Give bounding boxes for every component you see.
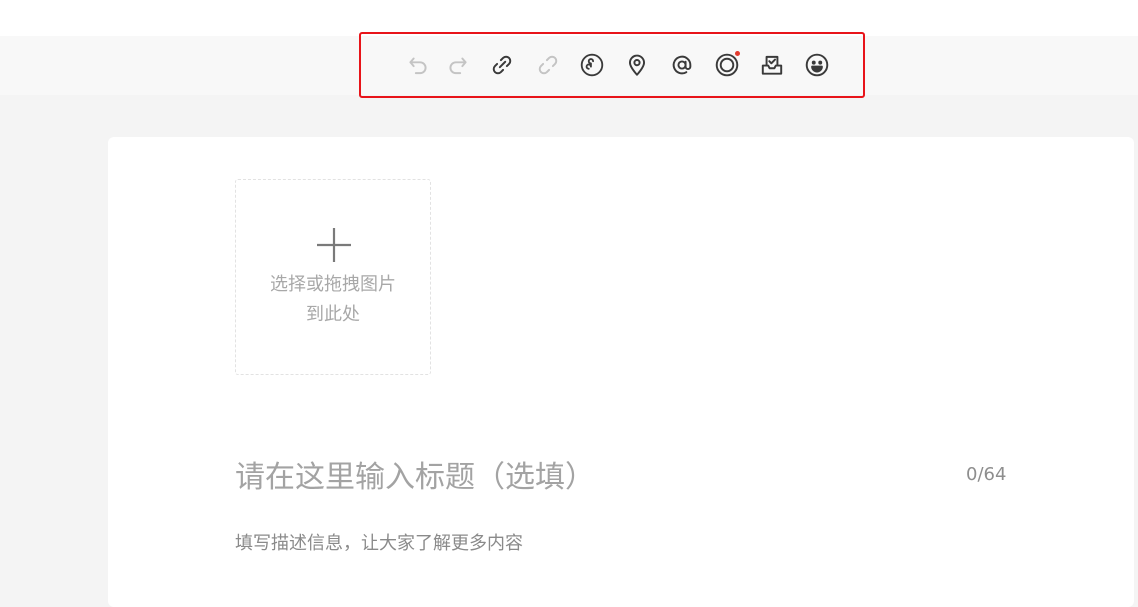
description-input[interactable]	[235, 529, 995, 557]
undo-button[interactable]	[403, 50, 433, 80]
emoji-button[interactable]	[802, 50, 832, 80]
plus-icon	[317, 228, 351, 262]
at-mention-icon	[672, 55, 692, 75]
inbox-button[interactable]	[757, 50, 787, 80]
title-input[interactable]	[235, 455, 895, 499]
image-upload-area[interactable]: 选择或拖拽图片 到此处	[235, 179, 431, 375]
top-strip	[0, 0, 1138, 36]
location-button[interactable]	[622, 50, 652, 80]
notification-dot	[735, 51, 740, 56]
undo-icon	[409, 57, 427, 75]
inbox-check-icon	[761, 55, 783, 75]
miniprogram-button[interactable]	[577, 50, 607, 80]
location-pin-icon	[628, 54, 646, 76]
redo-button[interactable]	[443, 50, 473, 80]
unlink-icon	[538, 55, 558, 75]
remove-link-button[interactable]	[533, 50, 563, 80]
upload-hint-line1: 选择或拖拽图片	[270, 274, 396, 295]
upload-hint-line2: 到此处	[306, 304, 360, 325]
emoji-icon	[805, 53, 829, 77]
toolbar-highlight-box	[359, 32, 865, 98]
mention-button[interactable]	[667, 50, 697, 80]
miniprogram-icon	[580, 53, 604, 77]
topic-button[interactable]	[712, 50, 742, 80]
title-char-counter: 0/64	[966, 464, 1007, 485]
redo-icon	[449, 57, 467, 75]
insert-link-button[interactable]	[487, 50, 517, 80]
link-icon	[492, 55, 512, 75]
editor-card: 选择或拖拽图片 到此处 0/64	[108, 137, 1134, 607]
